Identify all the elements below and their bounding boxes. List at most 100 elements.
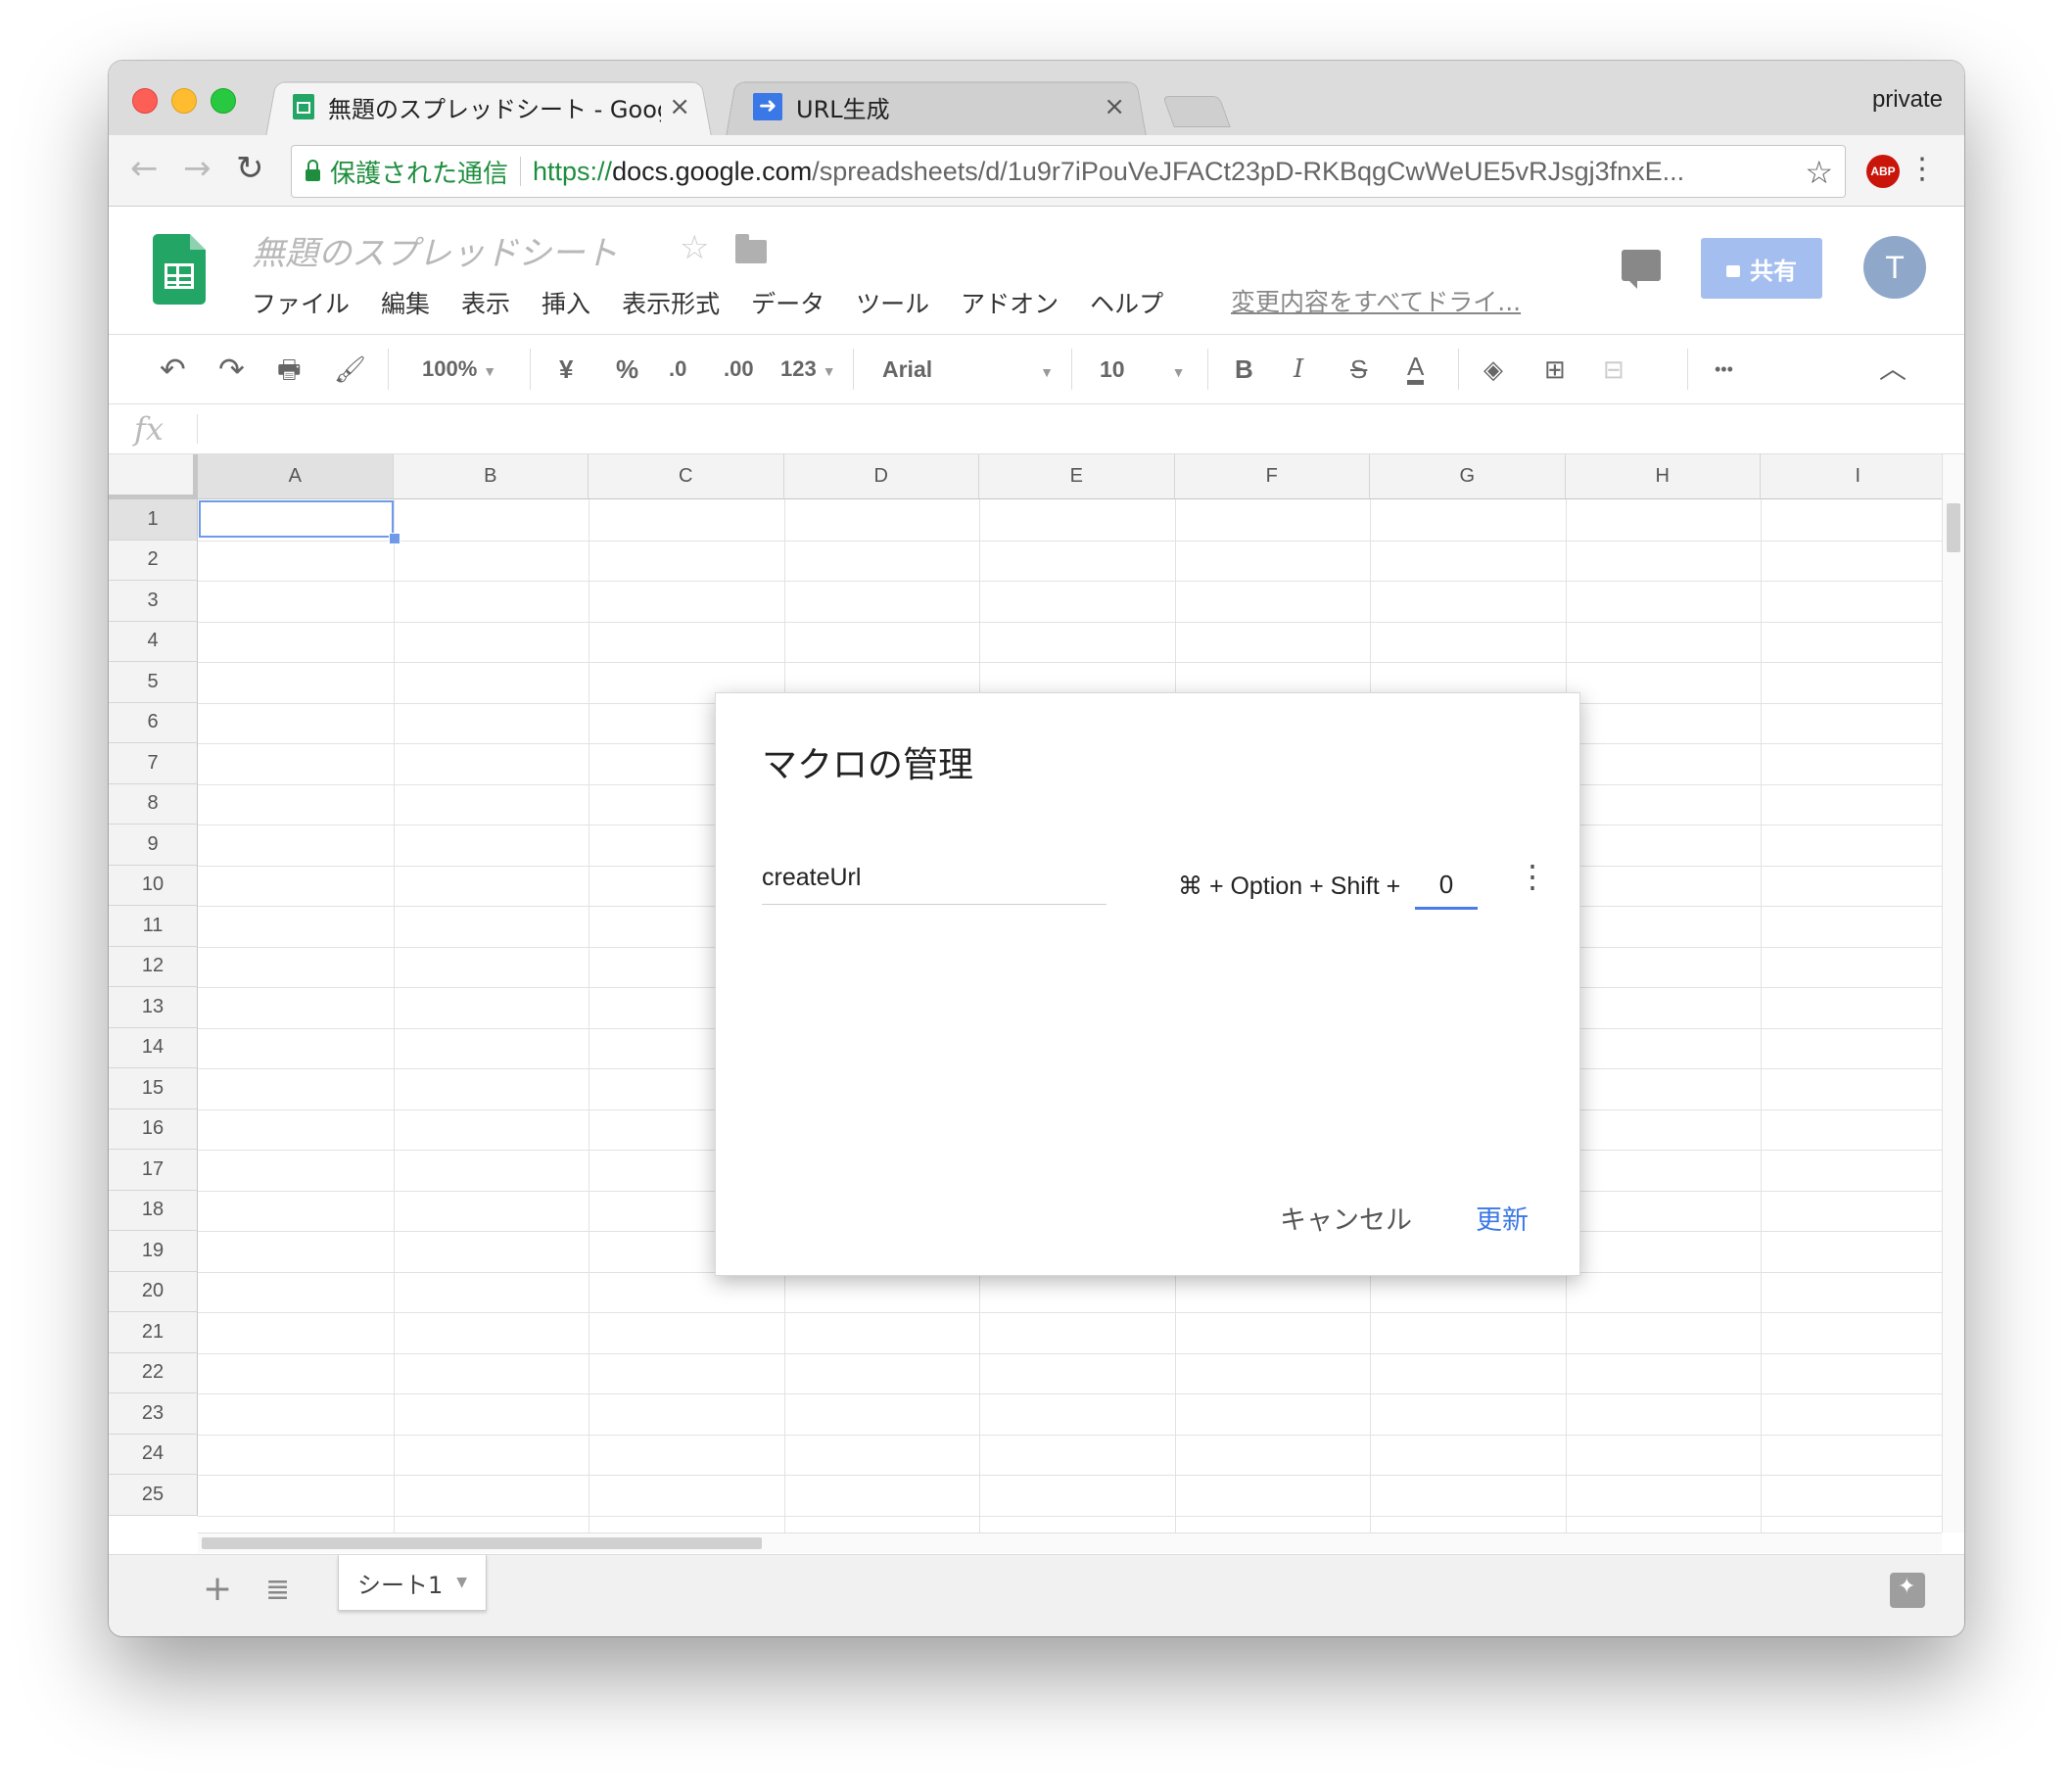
share-button[interactable]: 共有 — [1701, 238, 1822, 299]
browser-menu-icon[interactable]: ⋮ — [1907, 153, 1937, 186]
column-header[interactable]: C — [589, 454, 784, 499]
row-header[interactable]: 12 — [109, 946, 198, 987]
row-header[interactable]: 2 — [109, 540, 198, 581]
menu-tools[interactable]: ツール — [856, 285, 929, 320]
menu-edit[interactable]: 編集 — [381, 285, 430, 320]
merge-cells-icon[interactable]: ⊟ — [1603, 353, 1625, 386]
bookmark-star-icon[interactable]: ☆ — [1805, 154, 1833, 191]
row-header[interactable]: 20 — [109, 1271, 198, 1312]
menu-addons[interactable]: アドオン — [961, 285, 1059, 320]
column-header[interactable]: H — [1565, 454, 1761, 499]
row-header[interactable]: 25 — [109, 1475, 198, 1516]
menu-view[interactable]: 表示 — [461, 285, 510, 320]
row-header[interactable]: 4 — [109, 621, 198, 662]
all-sheets-icon[interactable]: ≣ — [265, 1573, 290, 1607]
new-tab-button[interactable] — [1162, 96, 1231, 127]
star-icon[interactable]: ☆ — [680, 228, 709, 267]
row-header[interactable]: 7 — [109, 743, 198, 784]
row-header[interactable]: 19 — [109, 1231, 198, 1272]
row-header[interactable]: 10 — [109, 865, 198, 906]
italic-button[interactable]: I — [1294, 353, 1303, 386]
row-header[interactable]: 14 — [109, 1027, 198, 1068]
row-header[interactable]: 3 — [109, 581, 198, 622]
explore-icon[interactable] — [1890, 1573, 1925, 1608]
tab-close-icon[interactable]: × — [669, 92, 690, 121]
document-title[interactable]: 無題のスプレッドシート — [252, 226, 618, 274]
row-header[interactable]: 8 — [109, 783, 198, 825]
comments-icon[interactable] — [1622, 250, 1661, 289]
row-header[interactable]: 21 — [109, 1312, 198, 1353]
sheets-logo-icon[interactable] — [153, 234, 206, 305]
increase-decimal-button[interactable]: .00 — [724, 353, 754, 386]
reload-icon[interactable]: ↻ — [236, 149, 264, 188]
column-header[interactable]: D — [783, 454, 979, 499]
more-options-button[interactable]: ••• — [1715, 353, 1733, 386]
undo-icon[interactable]: ↶ — [160, 353, 186, 386]
font-family-select[interactable]: Arial ▼ — [882, 353, 1054, 389]
fill-handle[interactable] — [389, 533, 400, 544]
update-button[interactable]: 更新 — [1476, 1199, 1529, 1237]
row-header[interactable]: 5 — [109, 662, 198, 703]
row-header[interactable]: 15 — [109, 1068, 198, 1109]
zoom-select[interactable]: 100% ▼ — [422, 353, 496, 388]
paint-format-icon[interactable]: 🖌 — [334, 353, 366, 386]
row-header[interactable]: 13 — [109, 987, 198, 1028]
menu-format[interactable]: 表示形式 — [622, 285, 720, 320]
column-header[interactable]: A — [198, 454, 394, 499]
account-avatar[interactable]: T — [1863, 236, 1926, 299]
macro-name-field[interactable]: createUrl — [762, 864, 1107, 905]
print-icon[interactable]: 🖶 — [277, 353, 302, 386]
menu-data[interactable]: データ — [751, 285, 824, 320]
font-size-select[interactable]: 10 ▼ — [1100, 353, 1188, 389]
menu-help[interactable]: ヘルプ — [1090, 285, 1163, 320]
text-color-button[interactable]: A — [1407, 353, 1425, 385]
tab-spreadsheet[interactable]: 無題のスプレッドシート - Google スプレッドシート × — [265, 76, 712, 137]
folder-icon[interactable] — [735, 234, 767, 263]
row-header[interactable]: 23 — [109, 1393, 198, 1435]
secure-indicator[interactable]: 保護された通信 — [306, 154, 508, 190]
save-status-link[interactable]: 変更内容をすべてドライ... — [1231, 283, 1521, 318]
column-header[interactable]: F — [1174, 454, 1370, 499]
borders-icon[interactable]: ⊞ — [1544, 353, 1566, 386]
row-header[interactable]: 24 — [109, 1434, 198, 1475]
menu-insert[interactable]: 挿入 — [542, 285, 590, 320]
decrease-decimal-button[interactable]: .0 — [669, 353, 686, 386]
row-header[interactable]: 18 — [109, 1190, 198, 1231]
percent-format-button[interactable]: % — [616, 353, 638, 386]
column-header[interactable]: B — [393, 454, 589, 499]
url-text[interactable]: https://docs.google.com/spreadsheets/d/1… — [533, 157, 1684, 187]
window-close-button[interactable] — [132, 88, 158, 114]
macro-more-icon[interactable]: ⋮ — [1517, 858, 1548, 895]
collapse-chevron-icon[interactable]: ︿ — [1879, 353, 1907, 386]
cancel-button[interactable]: キャンセル — [1280, 1199, 1412, 1237]
column-header[interactable]: E — [979, 454, 1175, 499]
fill-color-icon[interactable]: ◈ — [1483, 353, 1503, 386]
forward-arrow-icon[interactable]: → — [183, 149, 212, 188]
row-header[interactable]: 11 — [109, 906, 198, 947]
bold-button[interactable]: B — [1235, 353, 1253, 386]
window-maximize-button[interactable] — [211, 88, 236, 114]
window-minimize-button[interactable] — [171, 88, 197, 114]
select-all-corner[interactable] — [109, 454, 198, 499]
menu-file[interactable]: ファイル — [252, 285, 350, 320]
row-header[interactable]: 17 — [109, 1150, 198, 1191]
add-sheet-icon[interactable]: + — [203, 1569, 232, 1609]
currency-format-button[interactable]: ¥ — [559, 353, 573, 386]
row-header[interactable]: 16 — [109, 1108, 198, 1150]
row-header[interactable]: 6 — [109, 702, 198, 743]
number-format-select[interactable]: 123 ▼ — [780, 353, 836, 388]
address-bar[interactable]: 保護された通信 https://docs.google.com/spreadsh… — [291, 145, 1846, 198]
sheet-tab[interactable]: シート1 ▼ — [338, 1555, 487, 1611]
column-header[interactable]: G — [1370, 454, 1566, 499]
back-arrow-icon[interactable]: ← — [130, 149, 159, 188]
column-header[interactable]: I — [1761, 454, 1942, 499]
shortcut-key-input[interactable]: 0 — [1415, 870, 1478, 910]
adblock-plus-icon[interactable]: ABP — [1866, 155, 1900, 188]
horizontal-scrollbar[interactable] — [198, 1533, 1942, 1553]
strikethrough-button[interactable]: S — [1350, 353, 1367, 386]
tab-close-icon[interactable]: × — [1104, 92, 1125, 121]
vertical-scrollbar[interactable] — [1942, 454, 1964, 1533]
row-header[interactable]: 1 — [109, 499, 198, 541]
caret-down-icon[interactable]: ▼ — [456, 1575, 467, 1590]
tab-url-generator[interactable]: ➜ URL生成 × — [726, 76, 1147, 137]
